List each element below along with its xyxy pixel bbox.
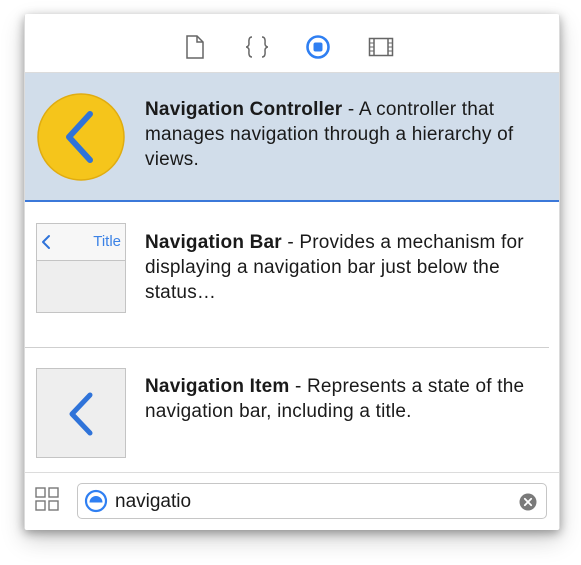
nav-bar-preview: Title bbox=[37, 224, 125, 261]
object-library-panel: Navigation Controller - A controller tha… bbox=[24, 14, 560, 530]
item-description: Navigation Item - Represents a state of … bbox=[145, 374, 535, 424]
list-item-navigation-bar[interactable]: Title Navigation Bar - Provides a mechan… bbox=[25, 202, 559, 333]
nav-bar-preview-title: Title bbox=[93, 233, 121, 250]
list-item-navigation-controller[interactable]: Navigation Controller - A controller tha… bbox=[25, 73, 559, 202]
filter-icon bbox=[84, 489, 108, 513]
item-separator: - bbox=[289, 376, 307, 397]
search-input[interactable]: navigatio bbox=[115, 491, 191, 513]
navigation-item-icon bbox=[36, 368, 126, 458]
object-library-icon bbox=[306, 35, 330, 59]
navigation-bar-icon: Title bbox=[36, 223, 126, 313]
item-separator: - bbox=[281, 232, 300, 253]
item-name: Navigation Controller bbox=[145, 99, 343, 120]
item-name: Navigation Bar bbox=[145, 232, 282, 253]
panel-frame: Navigation Controller - A controller tha… bbox=[24, 14, 560, 530]
media-library-icon bbox=[368, 37, 394, 57]
search-field[interactable]: navigatio bbox=[77, 483, 547, 519]
list-item-navigation-item[interactable]: Navigation Item - Represents a state of … bbox=[25, 348, 559, 472]
object-list: Navigation Controller - A controller tha… bbox=[25, 73, 559, 472]
file-icon bbox=[186, 35, 204, 59]
file-template-tab[interactable] bbox=[182, 34, 208, 60]
item-separator: - bbox=[342, 99, 359, 120]
grid-view-icon[interactable] bbox=[34, 486, 60, 512]
object-library-tab[interactable] bbox=[305, 34, 331, 60]
item-name: Navigation Item bbox=[145, 376, 290, 397]
clear-search-icon[interactable] bbox=[519, 493, 537, 511]
navigation-controller-icon bbox=[37, 93, 125, 181]
code-snippet-tab[interactable] bbox=[244, 34, 270, 60]
back-chevron-icon bbox=[42, 235, 50, 249]
item-description: Navigation Controller - A controller tha… bbox=[145, 97, 535, 172]
media-library-tab[interactable] bbox=[368, 34, 394, 60]
filter-bar: navigatio bbox=[25, 472, 559, 530]
braces-icon bbox=[245, 36, 269, 58]
chevron-left-icon bbox=[69, 392, 93, 436]
item-description: Navigation Bar - Provides a mechanism fo… bbox=[145, 230, 535, 305]
library-toolbar bbox=[25, 14, 559, 73]
